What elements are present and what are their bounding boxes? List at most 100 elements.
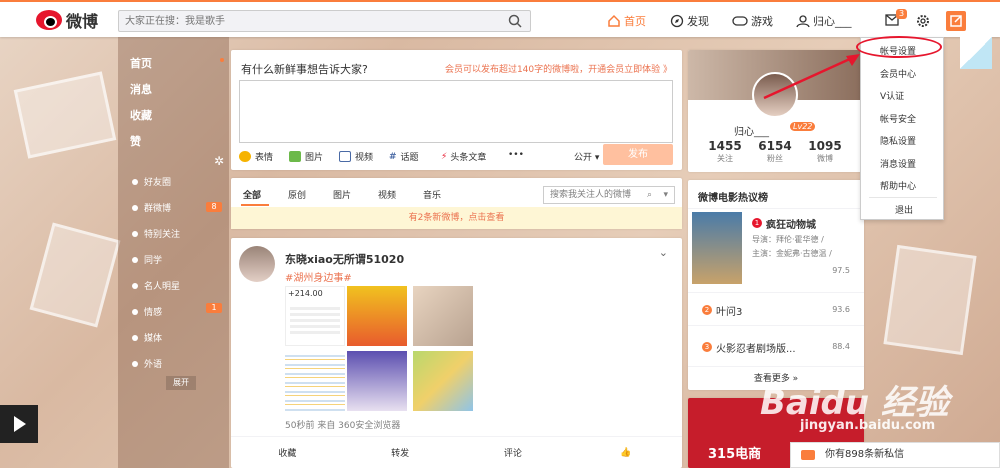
post-topic-link[interactable]: #湖州身边事#: [285, 269, 352, 284]
private-message-bar[interactable]: 你有898条新私信: [790, 442, 1000, 468]
annotation-arrow-icon: [763, 54, 860, 100]
sidebar-group-celebrities[interactable]: 名人明星: [132, 279, 180, 292]
movie-score: 88.4: [832, 342, 850, 351]
tab-videos[interactable]: 视频: [378, 188, 396, 201]
nav-discover-label: 发现: [687, 15, 709, 28]
more-tools[interactable]: •••: [508, 150, 524, 160]
nav-game[interactable]: 游戏: [732, 12, 773, 30]
movie-name[interactable]: 叶问3: [716, 303, 742, 318]
topic-tool[interactable]: # 话题: [389, 150, 419, 164]
sidebar-item-home[interactable]: 首页: [130, 55, 152, 71]
stat-following[interactable]: 1455 关注: [700, 139, 750, 164]
chat-icon: [801, 450, 815, 460]
watermark-logo: Baidu 经验: [760, 383, 949, 423]
stat-posts[interactable]: 1095 微博: [800, 139, 850, 164]
nav-user[interactable]: 归心___: [796, 12, 852, 30]
expand-button[interactable]: 展开: [166, 376, 196, 390]
level-badge[interactable]: Lv22: [790, 122, 816, 131]
nav-discover[interactable]: 发现: [670, 12, 709, 30]
feed-post: 东晓xiao无所谓51020 #湖州身边事# ⌄ +214.00 50秒前 来自…: [231, 238, 682, 468]
search-icon[interactable]: ⌕: [647, 187, 652, 203]
publish-button[interactable]: 发布: [603, 144, 673, 165]
visibility-select[interactable]: 公开 ▾: [574, 150, 599, 163]
tab-all[interactable]: 全部: [243, 188, 261, 201]
group-dot-icon: [132, 360, 138, 367]
tool-label: 图片: [305, 153, 324, 163]
play-video-button[interactable]: [0, 405, 38, 443]
tab-original[interactable]: 原创: [288, 188, 306, 201]
divider: [688, 325, 864, 326]
post-image-1[interactable]: +214.00: [285, 286, 345, 346]
post-image-6[interactable]: [413, 351, 473, 411]
group-dot-icon: [132, 334, 138, 341]
chevron-down-icon[interactable]: ▾: [663, 187, 668, 203]
sidebar-group-classmates[interactable]: 同学: [132, 253, 162, 266]
profile-name[interactable]: 归心___: [734, 123, 769, 138]
comment-button[interactable]: 评论: [457, 446, 570, 459]
compose-textarea[interactable]: [239, 80, 673, 143]
sidebar-group-label: 同学: [144, 256, 163, 266]
movie-poster[interactable]: [692, 212, 742, 284]
video-tool[interactable]: 视频: [339, 150, 373, 163]
sidebar-group-special[interactable]: 特别关注: [132, 227, 180, 240]
post-image-3[interactable]: [413, 286, 473, 346]
menu-vip-center[interactable]: 会员中心: [880, 67, 916, 80]
nav-game-label: 游戏: [751, 15, 773, 28]
visibility-label: 公开: [574, 153, 593, 163]
compose-button[interactable]: [946, 11, 966, 31]
feed-search-input[interactable]: 搜索我关注人的微博 ⌕ ▾: [543, 186, 675, 204]
chevron-down-icon[interactable]: ⌄: [659, 246, 668, 259]
movie-name[interactable]: 火影忍者剧场版...: [716, 340, 796, 355]
tool-label: 表情: [255, 153, 274, 163]
sidebar-group-label: 媒体: [144, 334, 163, 344]
unread-badge: 1: [206, 303, 222, 313]
tab-music[interactable]: 音乐: [423, 188, 441, 201]
sidebar-group-friends[interactable]: 好友圈: [132, 175, 171, 188]
search-input[interactable]: [119, 11, 489, 31]
stat-number: 6154: [758, 139, 792, 153]
sidebar-group-media[interactable]: 媒体: [132, 331, 162, 344]
post-image-5[interactable]: [347, 351, 407, 411]
sidebar-group-label: 外语: [144, 360, 163, 370]
post-image-2[interactable]: [347, 286, 407, 346]
sidebar-item-messages[interactable]: 消息: [130, 81, 152, 97]
background-photo: [13, 71, 117, 159]
tab-images[interactable]: 图片: [333, 188, 351, 201]
article-tool[interactable]: ⚡ 头条文章: [441, 150, 486, 164]
group-settings-icon[interactable]: ✲: [214, 154, 224, 168]
sidebar-group-foreign[interactable]: 外语: [132, 357, 162, 370]
sidebar-group-weibo[interactable]: 群微博: [132, 201, 171, 214]
menu-account-security[interactable]: 帐号安全: [880, 112, 916, 125]
stat-fans[interactable]: 6154 粉丝: [750, 139, 800, 164]
search-icon[interactable]: [508, 14, 522, 28]
menu-logout[interactable]: 退出: [895, 203, 913, 216]
favorite-button[interactable]: 收藏: [231, 446, 344, 459]
post-image-4[interactable]: [285, 351, 345, 411]
menu-verification[interactable]: V认证: [880, 89, 904, 102]
sidebar-item-favorites[interactable]: 收藏: [130, 107, 152, 123]
settings-dropdown: 帐号设置 会员中心 V认证 帐号安全 隐私设置 消息设置 帮助中心 退出: [860, 37, 944, 220]
menu-help-center[interactable]: 帮助中心: [880, 179, 916, 192]
sidebar-item-likes[interactable]: 赞: [130, 133, 141, 149]
movie-name[interactable]: 疯狂动物城: [766, 216, 816, 231]
menu-privacy-settings[interactable]: 隐私设置: [880, 134, 916, 147]
repost-button[interactable]: 转发: [344, 446, 457, 459]
image-tool[interactable]: 图片: [289, 150, 323, 163]
home-icon: [608, 14, 620, 27]
nav-home[interactable]: 首页: [607, 12, 646, 30]
sidebar-group-emotion[interactable]: 情感: [132, 305, 162, 318]
new-posts-notice[interactable]: 有2条新微博，点击查看: [231, 207, 682, 229]
menu-message-settings[interactable]: 消息设置: [880, 157, 916, 170]
sidebar-group-label: 好友圈: [144, 178, 172, 188]
gear-icon[interactable]: [915, 13, 931, 29]
vip-hint-link[interactable]: 会员可以发布超过140字的微博啦，开通会员立即体验 》: [445, 62, 672, 75]
post-author-name[interactable]: 东晓xiao无所谓51020: [285, 251, 404, 267]
emoji-tool[interactable]: 表情: [239, 150, 273, 163]
tool-label: 话题: [400, 153, 419, 163]
group-dot-icon: [132, 230, 138, 237]
weibo-logo[interactable]: 微博: [36, 8, 98, 32]
ad-text: 315电商: [708, 447, 762, 462]
like-button[interactable]: 👍: [569, 448, 682, 458]
more-tools-label: •••: [508, 150, 524, 160]
post-avatar[interactable]: [239, 246, 275, 282]
